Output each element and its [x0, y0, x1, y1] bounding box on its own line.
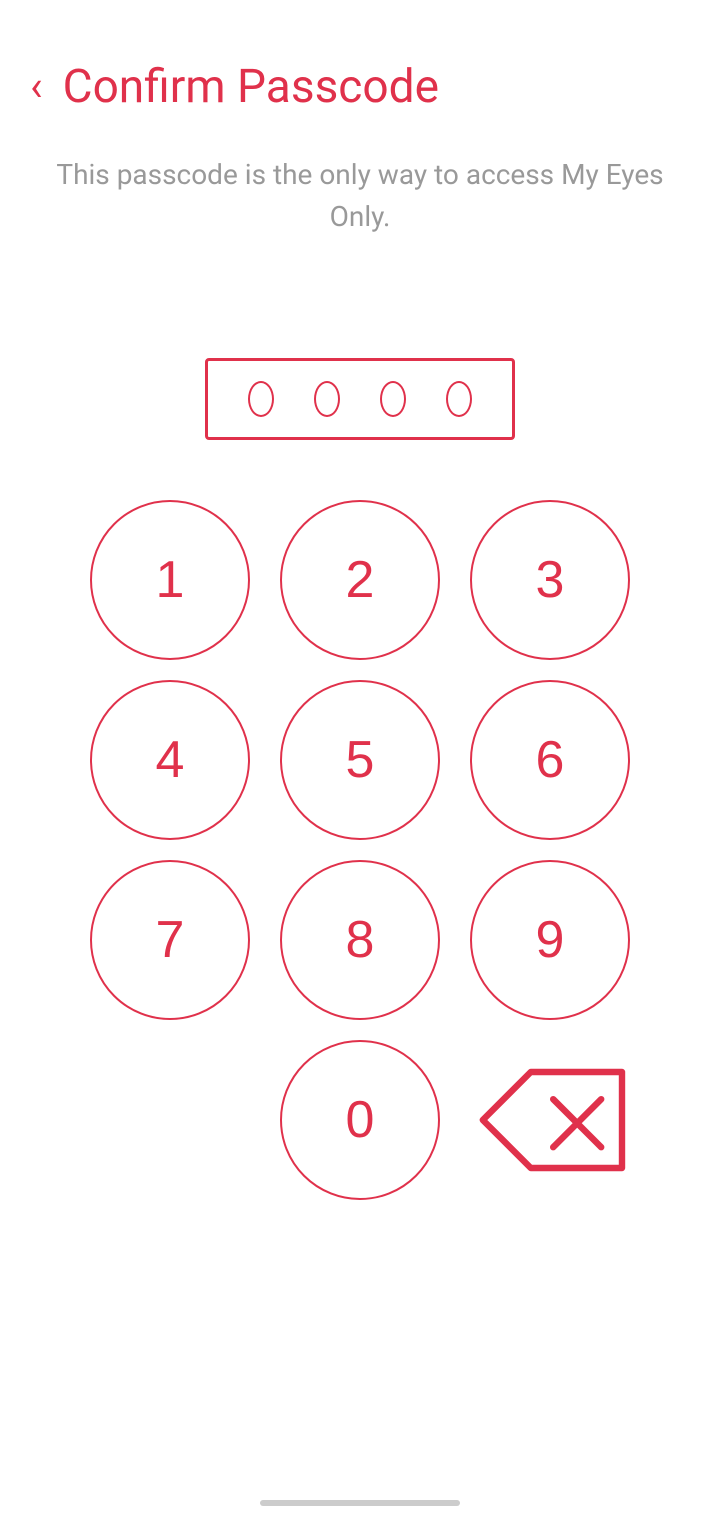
key-0[interactable]: 0 — [280, 1040, 440, 1200]
passcode-dot-4 — [446, 381, 472, 417]
key-6[interactable]: 6 — [470, 680, 630, 840]
passcode-dot-1 — [248, 381, 274, 417]
delete-button[interactable] — [470, 1040, 630, 1200]
key-5[interactable]: 5 — [280, 680, 440, 840]
keypad: 1 2 3 4 5 6 7 8 9 0 — [0, 500, 720, 1200]
passcode-display-wrapper — [0, 358, 720, 440]
key-4[interactable]: 4 — [90, 680, 250, 840]
key-1[interactable]: 1 — [90, 500, 250, 660]
back-button[interactable]: ‹ — [30, 66, 43, 108]
subtitle-text: This passcode is the only way to access … — [0, 154, 720, 238]
keypad-row-2: 4 5 6 — [50, 680, 670, 840]
key-3[interactable]: 3 — [470, 500, 630, 660]
delete-icon — [470, 1064, 630, 1176]
keypad-row-1: 1 2 3 — [50, 500, 670, 660]
page-title: Confirm Passcode — [63, 60, 439, 114]
keypad-row-3: 7 8 9 — [50, 860, 670, 1020]
passcode-dot-3 — [380, 381, 406, 417]
key-empty — [90, 1040, 250, 1200]
key-2[interactable]: 2 — [280, 500, 440, 660]
key-7[interactable]: 7 — [90, 860, 250, 1020]
passcode-display — [205, 358, 515, 440]
header: ‹ Confirm Passcode — [0, 0, 720, 134]
passcode-dot-2 — [314, 381, 340, 417]
key-9[interactable]: 9 — [470, 860, 630, 1020]
key-8[interactable]: 8 — [280, 860, 440, 1020]
keypad-row-4: 0 — [50, 1040, 670, 1200]
bottom-bar — [260, 1500, 460, 1506]
